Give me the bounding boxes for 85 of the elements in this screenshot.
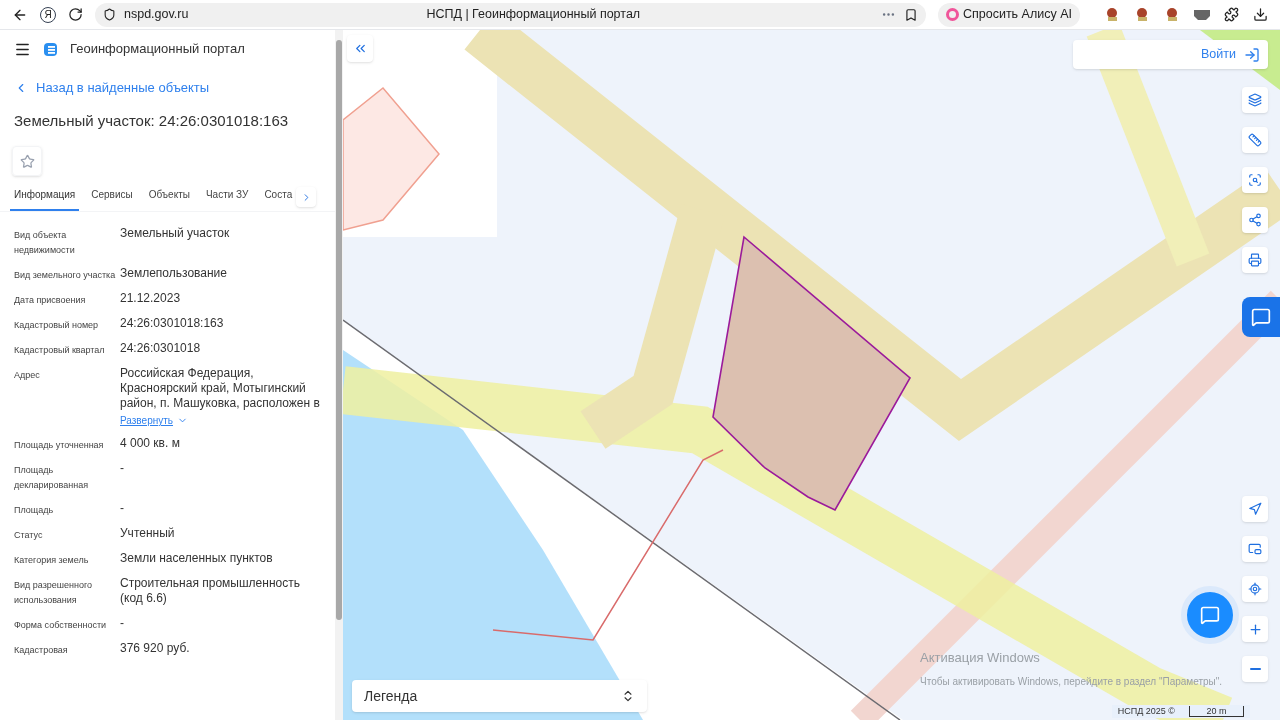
- locate-button[interactable]: [1242, 576, 1268, 602]
- field-label: Категория земель: [14, 554, 90, 567]
- zoom-out-button[interactable]: [1242, 656, 1268, 682]
- portal-title: Геоинформационный портал: [70, 40, 245, 59]
- printer-icon: [1248, 253, 1262, 267]
- field-value: 24:26:0301018: [120, 341, 201, 356]
- field-label: Форма собственности: [14, 619, 108, 632]
- ruler-button[interactable]: [1242, 127, 1268, 153]
- field-value: 21.12.2023: [120, 291, 181, 306]
- ruler-icon: [1248, 133, 1262, 147]
- field-value: Учтенный: [120, 526, 175, 541]
- field-value: Российская Федерация, Красноярский край, Мотыгинский район, п. Машуковка, расположен в: [120, 366, 321, 411]
- field-value: Земельный участок: [120, 226, 230, 241]
- star-icon: [19, 153, 35, 169]
- scale-bar: 20 m: [1189, 705, 1244, 717]
- field-value: -: [120, 501, 124, 516]
- bookmark-icon[interactable]: [903, 7, 918, 22]
- field-value: 376 920 руб.: [120, 641, 190, 656]
- shield-icon: [103, 8, 116, 21]
- field-label: Площадь уточненная: [14, 439, 105, 452]
- scan-search-icon: [1248, 173, 1262, 187]
- field-value: 24:26:0301018:163: [120, 316, 224, 331]
- portal-logo-icon: [43, 41, 58, 57]
- activation-title: Активация Windows: [920, 649, 1041, 667]
- area-search-button[interactable]: [1242, 167, 1268, 193]
- attribution-text: НСПД 2025 ©: [1117, 704, 1175, 718]
- address-bar[interactable]: nspd.gov.ru НСПД | Геоинформационный портал: [95, 2, 926, 27]
- field-value: 4 000 кв. м: [120, 436, 180, 451]
- field-label: Статус: [14, 529, 44, 542]
- field-value: Землепользование: [120, 266, 227, 281]
- side-tab-button[interactable]: [1242, 297, 1280, 337]
- field-label: Площадь: [14, 504, 55, 517]
- field-value: Земли населенных пунктов: [120, 551, 273, 566]
- field-label: Адрес: [14, 369, 41, 382]
- layers-button[interactable]: [1242, 87, 1268, 113]
- field-label: Вид разрешенного использования: [14, 579, 94, 607]
- field-label: Дата присвоения: [14, 294, 87, 307]
- chat-icon: [1251, 307, 1271, 327]
- scrollbar[interactable]: [335, 30, 343, 720]
- field-label: Вид земельного участка: [14, 269, 117, 282]
- extensions-icon[interactable]: [1224, 7, 1239, 22]
- download-icon[interactable]: [1253, 7, 1268, 22]
- field-label: Кадастровый номер: [14, 319, 100, 332]
- back-link[interactable]: Назад в найденные объекты: [0, 78, 335, 98]
- zoom-in-button[interactable]: [1242, 616, 1268, 642]
- login-button[interactable]: Войти: [1073, 40, 1268, 69]
- extension-icon[interactable]: [1164, 6, 1180, 23]
- plus-icon: [1247, 621, 1263, 637]
- extension-icon[interactable]: [1194, 9, 1210, 20]
- collapse-panel-button[interactable]: [347, 35, 373, 62]
- tab[interactable]: Части ЗУ: [205, 187, 249, 211]
- field-value: Строительная промышленность (код 6.6): [120, 576, 301, 606]
- field-value: -: [120, 461, 124, 476]
- expand-link[interactable]: Развернуть: [120, 413, 188, 428]
- favorite-button[interactable]: [12, 146, 42, 176]
- extension-icon[interactable]: [1104, 6, 1120, 23]
- reload-icon[interactable]: [68, 7, 83, 22]
- share-button[interactable]: [1242, 207, 1268, 233]
- url-text: nspd.gov.ru: [124, 6, 189, 24]
- share-icon: [1248, 213, 1262, 227]
- field-label: Площадь декларированная: [14, 464, 90, 492]
- field-label: Кадастровая: [14, 644, 69, 657]
- tab[interactable]: Сервисы: [91, 187, 133, 211]
- navigation-arrow-icon: [1248, 502, 1262, 516]
- login-icon: [1244, 46, 1260, 63]
- crosshair-icon: [1248, 582, 1262, 596]
- minimap-button[interactable]: [1242, 536, 1268, 562]
- navigation-button[interactable]: [1242, 496, 1268, 522]
- page-title: НСПД | Геоинформационный портал: [426, 6, 641, 24]
- minus-icon: [1249, 668, 1261, 670]
- field-label: Вид объекта недвижимости: [14, 229, 76, 257]
- minimap-icon: [1248, 542, 1262, 556]
- tab[interactable]: Соста: [264, 187, 293, 211]
- parcel-heading: Земельный участок: 24:26:0301018:163: [13, 110, 290, 131]
- extension-icon[interactable]: [1134, 6, 1150, 23]
- tab[interactable]: Информация: [10, 187, 80, 211]
- legend-dropdown[interactable]: Легенда: [352, 680, 647, 712]
- chat-icon: [1200, 605, 1220, 625]
- tab[interactable]: Объекты: [148, 187, 190, 211]
- field-label: Кадастровый квартал: [14, 344, 106, 357]
- alice-icon: [945, 8, 959, 21]
- layers-icon: [1248, 93, 1262, 107]
- alice-button[interactable]: Спросить Алису AI: [937, 2, 1080, 27]
- field-value: -: [120, 616, 124, 631]
- print-button[interactable]: [1242, 247, 1268, 273]
